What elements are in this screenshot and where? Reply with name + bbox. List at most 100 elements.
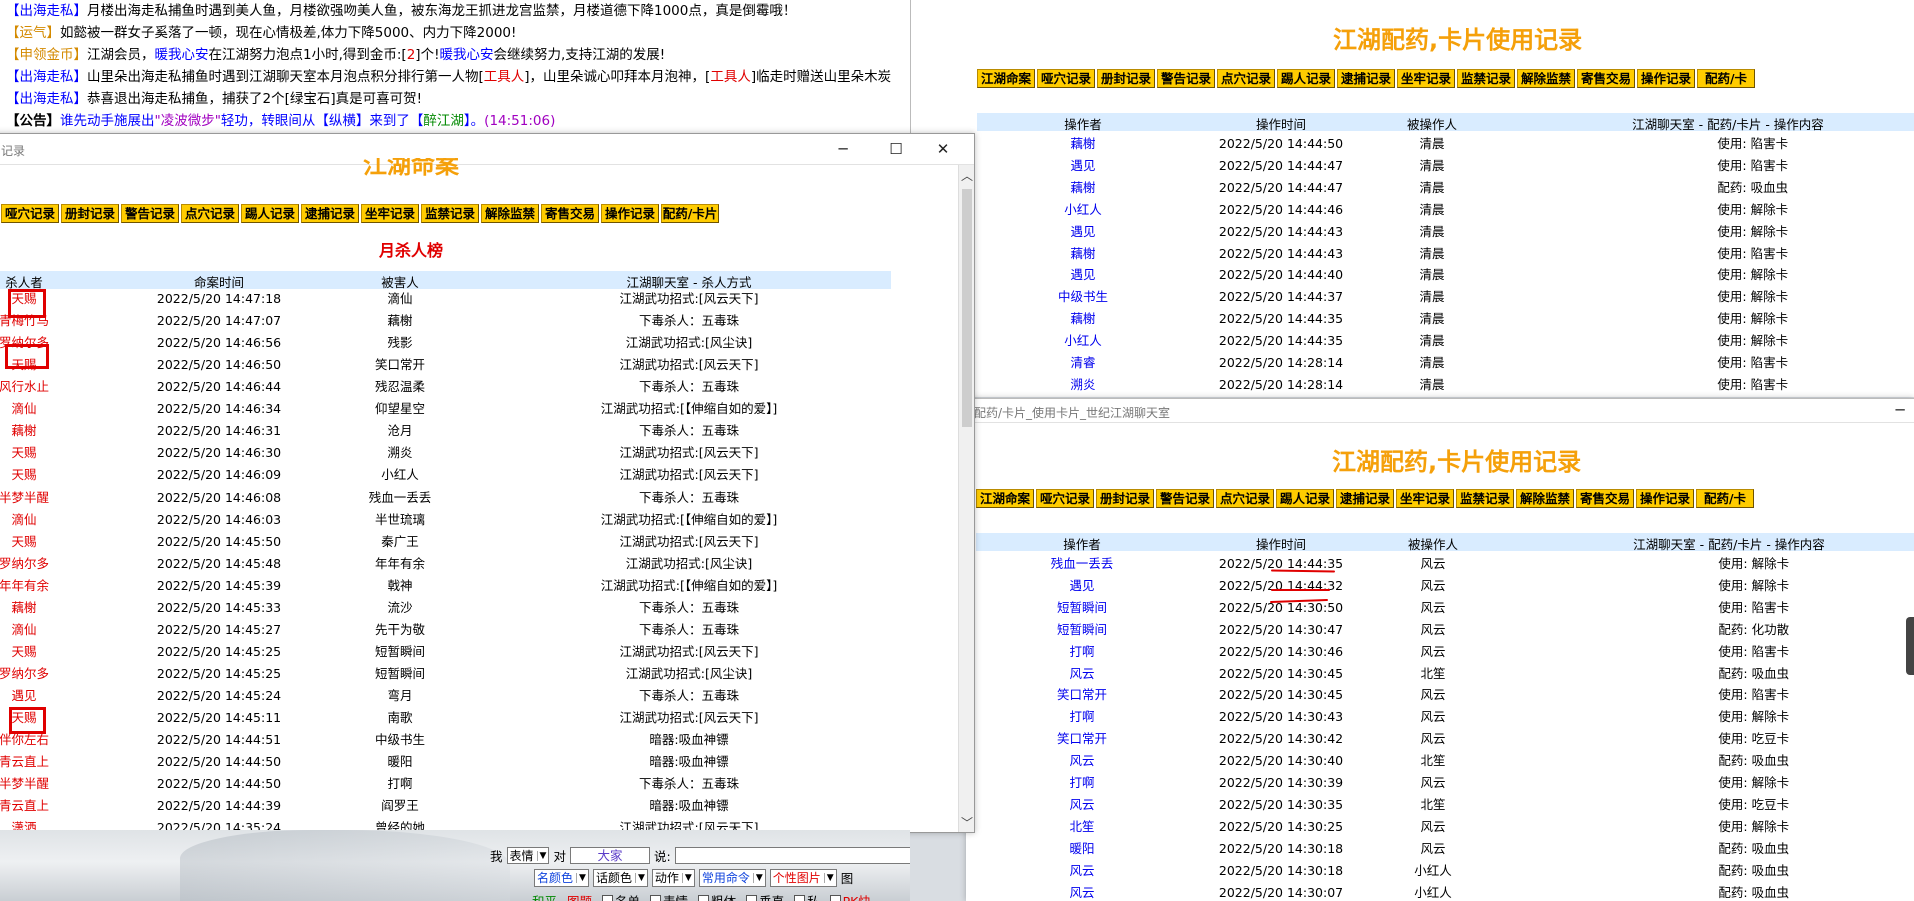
checkbox[interactable] bbox=[602, 895, 614, 901]
nav-button[interactable]: 江湖命案 bbox=[977, 69, 1035, 88]
target-input[interactable]: 大家 bbox=[569, 847, 650, 864]
nav-button[interactable]: 操作记录 bbox=[601, 204, 659, 223]
window-titlebar[interactable]: 记录 ─ ☐ ✕ bbox=[0, 134, 974, 165]
actor-link[interactable]: 短暂瞬间 bbox=[1057, 619, 1107, 641]
close-icon[interactable]: ✕ bbox=[931, 138, 955, 160]
vertical-scrollbar[interactable]: ︿ ﹀ bbox=[958, 165, 974, 832]
nav-button[interactable]: 警告记录 bbox=[1156, 489, 1214, 508]
actor-link[interactable]: 风云 bbox=[1069, 663, 1094, 685]
nav-button[interactable]: 坐牢记录 bbox=[1396, 489, 1454, 508]
nav-button[interactable]: 解除监禁 bbox=[1517, 69, 1575, 88]
actor-link[interactable]: 清睿 bbox=[1070, 352, 1095, 374]
nav-button[interactable]: 点穴记录 bbox=[181, 204, 239, 223]
text-color-select[interactable]: 话颜色 ▼ bbox=[592, 868, 648, 887]
nav-button[interactable]: 哑穴记录 bbox=[1, 204, 59, 223]
checkbox[interactable] bbox=[829, 895, 841, 901]
nav-button[interactable]: 哑穴记录 bbox=[1036, 489, 1094, 508]
actor-link[interactable]: 天赐 bbox=[11, 442, 36, 464]
nav-button[interactable]: 逮捕记录 bbox=[1337, 69, 1395, 88]
option-item[interactable]: 表情 bbox=[650, 891, 688, 901]
checkbox[interactable] bbox=[794, 895, 806, 901]
window-titlebar[interactable]: 配药/卡片_使用卡片_世纪江湖聊天室 ─ bbox=[966, 399, 1914, 423]
actor-link[interactable]: 风云 bbox=[1069, 750, 1094, 772]
nav-button[interactable]: 监禁记录 bbox=[1457, 69, 1515, 88]
nav-button[interactable]: 解除监禁 bbox=[1516, 489, 1574, 508]
actor-link[interactable]: 藕榭 bbox=[1070, 177, 1095, 199]
actor-link[interactable]: 滴仙 bbox=[11, 619, 36, 641]
nav-button[interactable]: 踢人记录 bbox=[241, 204, 299, 223]
actor-link[interactable]: 笑口常开 bbox=[1057, 728, 1107, 750]
actor-link[interactable]: 天赐 bbox=[11, 641, 36, 663]
actor-link[interactable]: 天赐 bbox=[11, 531, 36, 553]
actor-link[interactable]: 滴仙 bbox=[11, 509, 36, 531]
actor-link[interactable]: 藕榭 bbox=[1070, 308, 1095, 330]
option-item[interactable]: 图题 bbox=[567, 891, 592, 901]
nav-button[interactable]: 逮捕记录 bbox=[1336, 489, 1394, 508]
actor-link[interactable]: 遇见 bbox=[11, 685, 36, 707]
actor-link[interactable]: 小红人 bbox=[1064, 199, 1102, 221]
nav-button[interactable]: 点穴记录 bbox=[1217, 69, 1275, 88]
nav-button[interactable]: 册封记录 bbox=[61, 204, 119, 223]
actor-link[interactable]: 遇见 bbox=[1069, 575, 1094, 597]
actor-link[interactable]: 短暂瞬间 bbox=[1057, 597, 1107, 619]
nav-button[interactable]: 解除监禁 bbox=[481, 204, 539, 223]
nav-button[interactable]: 配药/卡 bbox=[1697, 69, 1755, 88]
nav-button[interactable]: 册封记录 bbox=[1096, 489, 1154, 508]
option-item[interactable]: PK快 bbox=[829, 891, 871, 901]
nav-button[interactable]: 踢人记录 bbox=[1277, 69, 1335, 88]
actor-link[interactable]: 遇见 bbox=[1070, 264, 1095, 286]
actor-link[interactable]: 遇见 bbox=[1070, 155, 1095, 177]
checkbox[interactable] bbox=[746, 895, 758, 901]
actor-link[interactable]: 溯炎 bbox=[1070, 374, 1095, 396]
maximize-icon[interactable]: ☐ bbox=[884, 138, 908, 160]
action-select[interactable]: 动作 ▼ bbox=[651, 868, 695, 887]
actor-link[interactable]: 半梦半醒 bbox=[0, 487, 49, 509]
edge-scroll-handle[interactable] bbox=[1906, 617, 1914, 675]
actor-link[interactable]: 打啊 bbox=[1069, 706, 1094, 728]
minimize-icon[interactable]: ─ bbox=[1888, 399, 1912, 421]
nav-button[interactable]: 监禁记录 bbox=[421, 204, 479, 223]
actor-link[interactable]: 青云直上 bbox=[0, 795, 49, 817]
actor-link[interactable]: 半梦半醒 bbox=[0, 773, 49, 795]
option-item[interactable]: 垂直 bbox=[746, 891, 784, 901]
scroll-down-icon[interactable]: ﹀ bbox=[959, 814, 974, 831]
checkbox[interactable] bbox=[698, 895, 710, 901]
scroll-thumb[interactable] bbox=[962, 189, 972, 427]
image-select[interactable]: 个性图片 ▼ bbox=[769, 868, 837, 887]
actor-link[interactable]: 残血一丢丢 bbox=[1051, 553, 1114, 575]
nav-button[interactable]: 操作记录 bbox=[1637, 69, 1695, 88]
actor-link[interactable]: 风云 bbox=[1069, 860, 1094, 882]
scroll-up-icon[interactable]: ︿ bbox=[959, 167, 974, 184]
nav-button[interactable]: 坐牢记录 bbox=[1397, 69, 1455, 88]
option-item[interactable]: 名单 bbox=[602, 891, 640, 901]
actor-link[interactable]: 年年有余 bbox=[0, 575, 49, 597]
actor-link[interactable]: 中级书生 bbox=[1058, 286, 1108, 308]
minimize-icon[interactable]: ─ bbox=[831, 138, 855, 160]
expression-select[interactable]: 表情 ▼ bbox=[506, 847, 550, 864]
actor-link[interactable]: 青云直上 bbox=[0, 751, 49, 773]
actor-link[interactable]: 风行水止 bbox=[0, 376, 49, 398]
nav-button[interactable]: 配药/卡 bbox=[1696, 489, 1754, 508]
actor-link[interactable]: 罗纳尔多 bbox=[0, 553, 49, 575]
checkbox[interactable] bbox=[650, 895, 662, 901]
option-item[interactable]: 和平 bbox=[532, 891, 557, 901]
message-input[interactable] bbox=[674, 847, 910, 864]
nav-button[interactable]: 踢人记录 bbox=[1276, 489, 1334, 508]
nav-button[interactable]: 警告记录 bbox=[1157, 69, 1215, 88]
nav-button[interactable]: 警告记录 bbox=[121, 204, 179, 223]
actor-link[interactable]: 滴仙 bbox=[11, 398, 36, 420]
nav-button[interactable]: 逮捕记录 bbox=[301, 204, 359, 223]
actor-link[interactable]: 罗纳尔多 bbox=[0, 663, 49, 685]
actor-link[interactable]: 风云 bbox=[1069, 882, 1094, 901]
actor-link[interactable]: 打啊 bbox=[1069, 772, 1094, 794]
nav-button[interactable]: 寄售交易 bbox=[541, 204, 599, 223]
actor-link[interactable]: 风云 bbox=[1069, 794, 1094, 816]
nav-button[interactable]: 江湖命案 bbox=[976, 489, 1034, 508]
command-select[interactable]: 常用命令 ▼ bbox=[698, 868, 766, 887]
name-color-select[interactable]: 名颜色 ▼ bbox=[534, 868, 589, 887]
nav-button[interactable]: 点穴记录 bbox=[1216, 489, 1274, 508]
nav-button[interactable]: 寄售交易 bbox=[1576, 489, 1634, 508]
actor-link[interactable]: 藕榭 bbox=[1070, 133, 1095, 155]
nav-button[interactable]: 操作记录 bbox=[1636, 489, 1694, 508]
actor-link[interactable]: 小红人 bbox=[1064, 330, 1102, 352]
